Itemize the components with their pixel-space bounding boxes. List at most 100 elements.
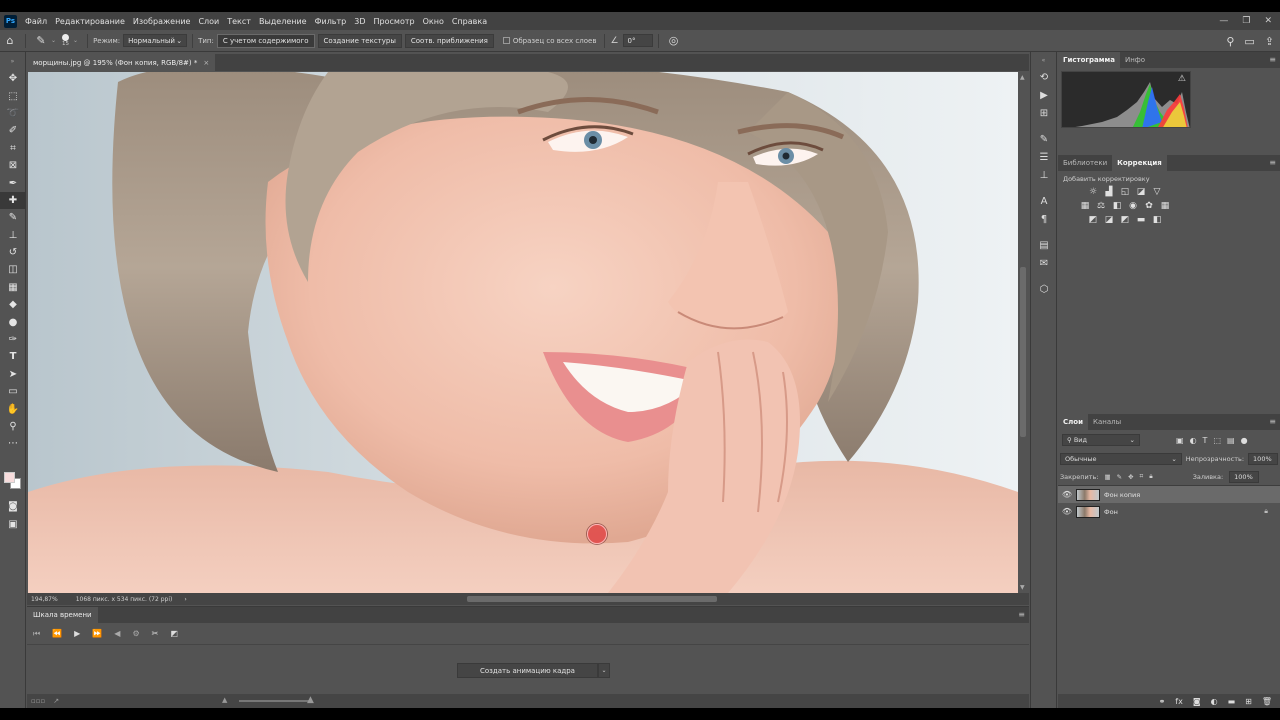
link-layers-icon[interactable]: ⚭ [1159, 697, 1166, 706]
lock-transparent-icon[interactable]: ▦ [1104, 473, 1110, 481]
gradient-tool-icon[interactable]: ▦ [0, 279, 26, 296]
blur-tool-icon[interactable]: ◆ [0, 296, 26, 313]
timeline-tab[interactable]: Шкала времени [27, 607, 98, 623]
brush-settings-icon[interactable]: ✎ [1031, 130, 1057, 148]
panel-menu-icon[interactable]: ≡ [1269, 158, 1276, 167]
gradient-map-icon[interactable]: ◧ [1152, 215, 1162, 225]
menu-view[interactable]: Просмотр [370, 17, 419, 26]
curves-icon[interactable]: ◱ [1120, 187, 1130, 197]
panel-menu-icon[interactable]: ≡ [1018, 610, 1025, 619]
screen-mode-icon[interactable]: ▣ [0, 515, 26, 532]
vertical-scroll-thumb[interactable] [1020, 267, 1026, 437]
foreground-color-swatch[interactable] [4, 472, 15, 483]
channel-mixer-icon[interactable]: ✿ [1144, 201, 1154, 211]
menu-filter[interactable]: Фильтр [311, 17, 351, 26]
sample-all-layers-checkbox[interactable]: Образец со всех слоев [502, 37, 600, 45]
filter-shape-icon[interactable]: ⬚ [1213, 436, 1221, 445]
menu-file[interactable]: Файл [21, 17, 51, 26]
warning-icon[interactable]: ⚠ [1178, 74, 1186, 84]
horizontal-scroll-thumb[interactable] [467, 596, 717, 602]
history-panel-icon[interactable]: ⟲ [1031, 68, 1057, 86]
search-icon[interactable]: ⚲ [1226, 35, 1234, 48]
render-icon[interactable]: ↗ [53, 697, 59, 705]
scroll-down-icon[interactable]: ▼ [1020, 584, 1025, 591]
menu-window[interactable]: Окно [419, 17, 448, 26]
quick-selection-tool-icon[interactable]: ✐ [0, 122, 26, 139]
mode-select[interactable]: Нормальный ⌄ [123, 34, 188, 47]
restore-button[interactable]: ❐ [1242, 16, 1250, 26]
hue-saturation-icon[interactable]: ▦ [1080, 201, 1090, 211]
layer-style-icon[interactable]: fx [1175, 697, 1183, 706]
color-balance-icon[interactable]: ⚖ [1096, 201, 1106, 211]
menu-type[interactable]: Текст [223, 17, 255, 26]
zoom-level[interactable]: 194,87% [31, 596, 58, 603]
vibrance-icon[interactable]: ▽ [1152, 187, 1162, 197]
brush-picker[interactable]: 15 [62, 34, 70, 47]
lock-all-icon[interactable]: 🔒︎ [1149, 472, 1152, 481]
healing-brush-tool-icon[interactable]: ✎ [31, 32, 51, 50]
transition-icon[interactable]: ◩ [170, 629, 178, 638]
posterize-icon[interactable]: ◪ [1104, 215, 1114, 225]
settings-icon[interactable]: ⚙ [132, 629, 139, 638]
eye-icon[interactable]: 👁︎ [1058, 490, 1076, 499]
more-tools-icon[interactable]: ⋯ [0, 435, 26, 452]
menu-layers[interactable]: Слои [194, 17, 223, 26]
zoom-tool-icon[interactable]: ⚲ [0, 418, 26, 435]
status-menu-icon[interactable]: › [184, 596, 186, 603]
photo-filter-icon[interactable]: ◉ [1128, 201, 1138, 211]
horizontal-scrollbar[interactable] [212, 596, 1032, 602]
tab-info[interactable]: Инфо [1120, 52, 1150, 68]
content-aware-button[interactable]: С учетом содержимого [216, 33, 315, 48]
vertical-scrollbar[interactable]: ▲ ▼ [1018, 72, 1028, 593]
frame-convert-icon[interactable]: ▫▫▫ [31, 697, 45, 705]
brush-chevron-icon[interactable]: ⌄ [73, 37, 78, 44]
brightness-icon[interactable]: ☼ [1088, 187, 1098, 197]
fill-input[interactable]: 100% [1229, 470, 1260, 483]
tab-libraries[interactable]: Библиотеки [1058, 155, 1112, 171]
brush-tool-icon[interactable]: ✎ [0, 209, 26, 226]
layer-comps-icon[interactable]: ▤ [1031, 236, 1057, 254]
zoom-in-mountain-icon[interactable]: ▲ [307, 695, 314, 705]
move-tool-icon[interactable]: ✥ [0, 70, 26, 87]
clone-source-icon[interactable]: ⊥ [1031, 166, 1057, 184]
filter-adjustment-icon[interactable]: ◐ [1190, 436, 1197, 445]
panel-menu-icon[interactable]: ≡ [1269, 55, 1276, 64]
lasso-tool-icon[interactable]: ➰ [0, 105, 26, 122]
tab-histogram[interactable]: Гистограмма [1058, 52, 1120, 68]
create-frame-animation-button[interactable]: Создать анимацию кадра [457, 663, 598, 678]
delete-layer-icon[interactable]: 🗑︎ [1262, 697, 1272, 706]
pen-tool-icon[interactable]: ✑ [0, 331, 26, 348]
eyedropper-tool-icon[interactable]: ✒ [0, 174, 26, 191]
blend-mode-select[interactable]: Обычные ⌄ [1060, 453, 1182, 465]
document-tab[interactable]: морщины.jpg @ 195% (Фон копия, RGB/8#) *… [27, 54, 216, 71]
timeline-zoom-slider[interactable] [239, 700, 309, 702]
color-lookup-icon[interactable]: ▦ [1160, 201, 1170, 211]
black-white-icon[interactable]: ◧ [1112, 201, 1122, 211]
panel-menu-icon[interactable]: ≡ [1269, 417, 1276, 426]
home-icon[interactable]: ⌂ [0, 32, 20, 50]
exposure-icon[interactable]: ◪ [1136, 187, 1146, 197]
adjustments-sliders-icon[interactable]: ☰ [1031, 148, 1057, 166]
path-selection-tool-icon[interactable]: ➤ [0, 366, 26, 383]
workspace-icon[interactable]: ▭ [1244, 35, 1254, 48]
hand-tool-icon[interactable]: ✋ [0, 400, 26, 417]
chevron-down-icon[interactable]: ⌄ [597, 663, 610, 678]
pressure-icon[interactable]: ◎ [664, 32, 684, 50]
lock-position-icon[interactable]: ✥ [1128, 473, 1133, 481]
minimize-button[interactable]: — [1219, 16, 1228, 26]
close-window-button[interactable]: ✕ [1264, 16, 1272, 26]
eye-icon[interactable]: 👁︎ [1058, 507, 1076, 516]
tool-preset-chevron-icon[interactable]: ⌄ [51, 37, 56, 44]
next-frame-icon[interactable]: ⏩ [92, 629, 102, 638]
create-texture-button[interactable]: Создание текстуры [317, 33, 402, 48]
filter-smart-icon[interactable]: ▤ [1227, 436, 1235, 445]
clone-stamp-tool-icon[interactable]: ⊥ [0, 227, 26, 244]
filter-pixel-icon[interactable]: ▣ [1176, 436, 1184, 445]
tab-channels[interactable]: Каналы [1088, 414, 1126, 430]
angle-input[interactable]: 0° [622, 34, 653, 47]
share-icon[interactable]: ⇪ [1265, 35, 1274, 48]
new-group-icon[interactable]: ▬ [1228, 697, 1236, 706]
layer-row[interactable]: 👁︎ Фон 🔒︎ [1058, 503, 1280, 520]
layer-row[interactable]: 👁︎ Фон копия [1058, 486, 1280, 503]
layer-filter-select[interactable]: ⚲ Вид ⌄ [1062, 434, 1140, 446]
